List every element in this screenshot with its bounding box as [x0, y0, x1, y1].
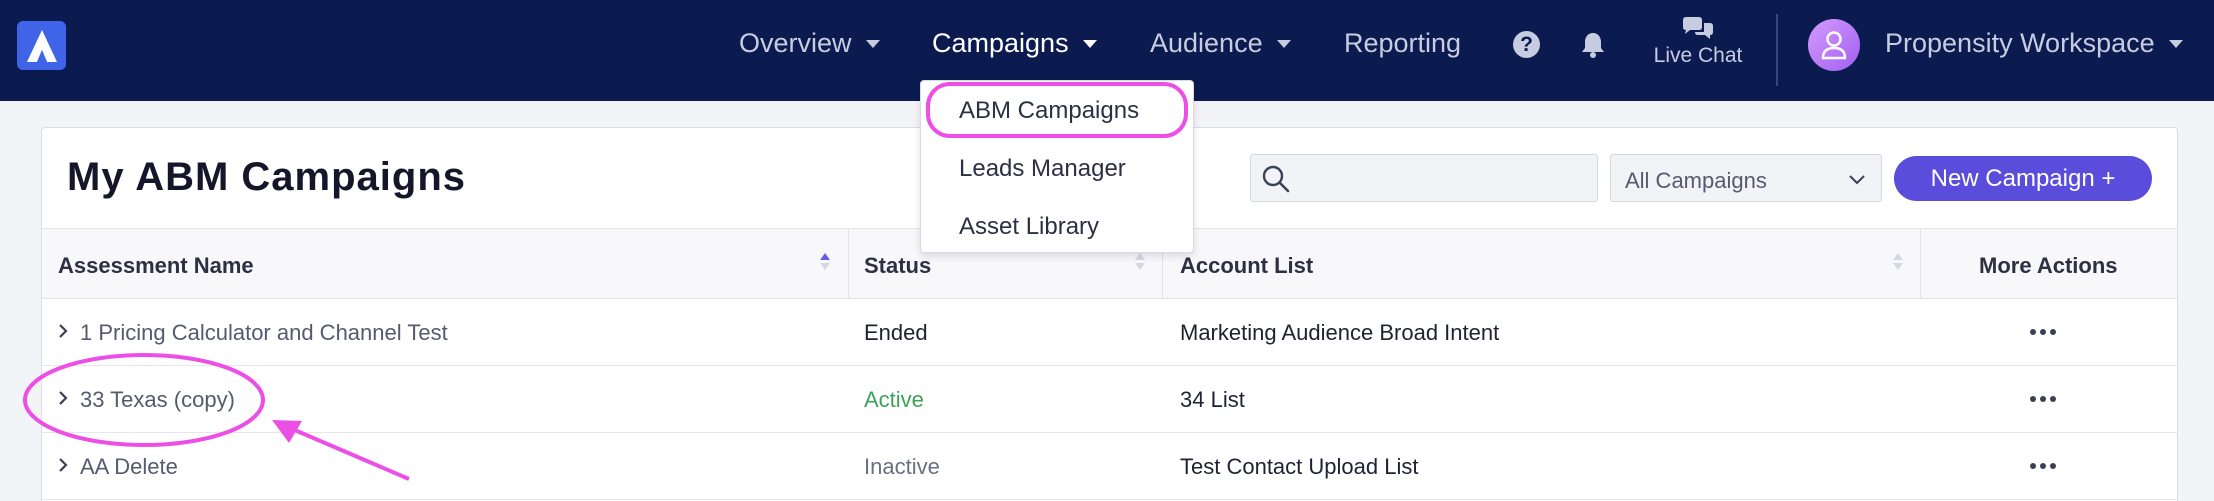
table-row[interactable]: 1 Pricing Calculator and Channel Test En…	[42, 299, 2177, 366]
more-actions-icon[interactable]	[2030, 329, 2056, 335]
row-status: Inactive	[864, 454, 940, 479]
live-chat-button[interactable]: Live Chat	[1648, 16, 1748, 68]
search-field[interactable]	[1250, 154, 1598, 202]
campaign-filter-select[interactable]: All Campaigns	[1610, 154, 1882, 202]
page-title: My ABM Campaigns	[67, 155, 467, 199]
row-account-list: 34 List	[1180, 387, 1245, 412]
more-actions-icon[interactable]	[2030, 463, 2056, 469]
workspace-menu[interactable]: Propensity Workspace	[1885, 28, 2183, 59]
column-header-account-list[interactable]: Account List	[1180, 253, 1313, 279]
logo-a-icon	[27, 30, 57, 62]
chevron-right-icon[interactable]	[56, 322, 70, 340]
row-assessment-name[interactable]: 33 Texas (copy)	[80, 387, 235, 413]
column-header-assessment-name[interactable]: Assessment Name	[58, 253, 254, 279]
chevron-right-icon[interactable]	[56, 456, 70, 474]
chat-bubbles-icon	[1683, 17, 1713, 39]
menu-item-abm-campaigns[interactable]: ABM Campaigns	[959, 97, 1139, 125]
row-status: Ended	[864, 320, 928, 345]
menu-item-asset-library[interactable]: Asset Library	[959, 213, 1099, 241]
workspace-label: Propensity Workspace	[1885, 28, 2155, 58]
caret-down-icon	[865, 39, 880, 48]
row-status: Active	[864, 387, 924, 412]
caret-down-icon	[1082, 39, 1097, 48]
row-account-list: Marketing Audience Broad Intent	[1180, 320, 1500, 345]
chevron-down-icon	[1849, 175, 1865, 185]
avatar[interactable]	[1808, 19, 1860, 71]
nav-audience[interactable]: Audience	[1150, 28, 1291, 59]
new-campaign-button[interactable]: New Campaign +	[1894, 156, 2152, 201]
campaigns-dropdown-menu: ABM Campaigns Leads Manager Asset Librar…	[920, 80, 1194, 253]
sort-icon[interactable]	[820, 253, 830, 270]
nav-campaigns[interactable]: Campaigns	[932, 28, 1097, 59]
search-icon	[1262, 165, 1290, 193]
nav-campaigns-label: Campaigns	[932, 28, 1069, 58]
campaign-filter-value: All Campaigns	[1625, 168, 1767, 193]
nav-overview-label: Overview	[739, 28, 852, 58]
row-account-list: Test Contact Upload List	[1180, 454, 1419, 479]
nav-overview[interactable]: Overview	[739, 28, 880, 59]
question-circle-icon[interactable]: ?	[1513, 31, 1540, 58]
user-icon	[1821, 31, 1847, 60]
search-input[interactable]	[1299, 161, 1589, 195]
row-assessment-name[interactable]: AA Delete	[80, 454, 178, 480]
more-actions-icon[interactable]	[2030, 396, 2056, 402]
live-chat-label: Live Chat	[1653, 44, 1743, 67]
row-assessment-name[interactable]: 1 Pricing Calculator and Channel Test	[80, 320, 448, 346]
sort-icon[interactable]	[1893, 253, 1903, 270]
chevron-right-icon[interactable]	[56, 389, 70, 407]
nav-divider	[1776, 14, 1778, 86]
column-divider	[848, 229, 849, 300]
app-logo[interactable]	[17, 21, 66, 70]
bell-icon[interactable]	[1580, 31, 1606, 59]
caret-down-icon	[1276, 39, 1291, 48]
column-divider	[1920, 229, 1921, 300]
table-row[interactable]: AA Delete Inactive Test Contact Upload L…	[42, 433, 2177, 500]
nav-audience-label: Audience	[1150, 28, 1263, 58]
column-header-more-actions: More Actions	[1979, 253, 2118, 278]
menu-item-leads-manager[interactable]: Leads Manager	[959, 155, 1126, 183]
sort-icon[interactable]	[1135, 253, 1145, 270]
table-row[interactable]: 33 Texas (copy) Active 34 List	[42, 366, 2177, 433]
nav-reporting[interactable]: Reporting	[1344, 28, 1461, 59]
caret-down-icon	[2168, 39, 2183, 48]
column-header-status[interactable]: Status	[864, 253, 931, 279]
nav-reporting-label: Reporting	[1344, 28, 1462, 58]
